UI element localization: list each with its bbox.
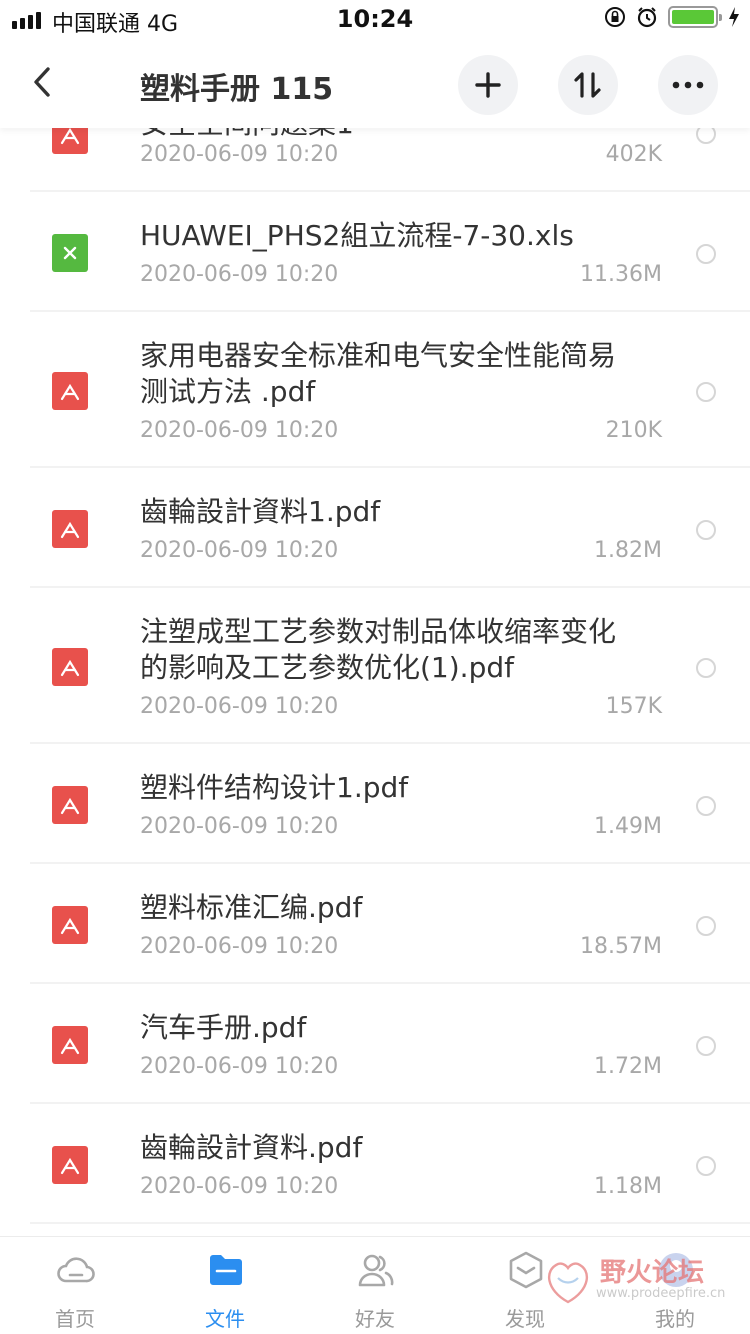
file-size: 1.72M xyxy=(594,1054,662,1079)
file-size: 1.49M xyxy=(594,814,662,839)
pdf-file-icon xyxy=(52,510,88,548)
page-title: 塑料手册 115 xyxy=(140,72,334,107)
file-date: 2020-06-09 10:20 xyxy=(140,142,339,167)
file-date: 2020-06-09 10:20 xyxy=(140,934,339,959)
cloud-icon xyxy=(57,1257,95,1283)
pdf-file-icon xyxy=(52,1146,88,1184)
file-name: 齒輪設計資料.pdf xyxy=(140,1131,363,1164)
add-button[interactable] xyxy=(458,55,518,115)
folder-icon xyxy=(210,1255,242,1285)
status-icons xyxy=(604,6,740,28)
list-item[interactable]: 塑料标准汇编.pdf 2020-06-09 10:20 18.57M xyxy=(0,864,750,984)
pdf-file-icon xyxy=(52,648,88,686)
select-radio[interactable] xyxy=(696,916,716,936)
chevron-left-icon xyxy=(34,67,50,97)
file-date: 2020-06-09 10:20 xyxy=(140,418,339,443)
pdf-file-icon xyxy=(52,1026,88,1064)
file-name: HUAWEI_PHS2組立流程-7-30.xls xyxy=(140,219,574,252)
watermark: 野火论坛 www.prodeepfire.cn xyxy=(538,1250,728,1310)
watermark-url: www.prodeepfire.cn xyxy=(596,1286,726,1301)
more-icon xyxy=(672,81,704,89)
file-size: 1.82M xyxy=(594,538,662,563)
orientation-lock-icon xyxy=(605,7,625,27)
list-item[interactable]: 齒輪設計資料1.pdf 2020-06-09 10:20 1.82M xyxy=(0,468,750,588)
status-bar: 中国联通 4G 10:24 xyxy=(0,0,750,40)
back-button[interactable] xyxy=(20,60,64,104)
list-item[interactable]: HUAWEI_PHS2組立流程-7-30.xls 2020-06-09 10:2… xyxy=(0,192,750,312)
file-name: 塑料件结构设计1.pdf xyxy=(140,771,409,804)
select-radio[interactable] xyxy=(696,1156,716,1176)
pdf-file-icon xyxy=(52,906,88,944)
charging-icon xyxy=(729,7,739,27)
xls-file-icon xyxy=(52,234,88,272)
pdf-file-icon xyxy=(52,372,88,410)
select-radio[interactable] xyxy=(696,658,716,678)
watermark-text: 野火论坛 xyxy=(600,1258,705,1288)
alarm-icon xyxy=(637,7,657,28)
list-item[interactable]: 塑料件结构设计1.pdf 2020-06-09 10:20 1.49M xyxy=(0,744,750,864)
file-size: 1.18M xyxy=(594,1174,662,1199)
tab-label: 好友 xyxy=(355,1307,395,1331)
file-date: 2020-06-09 10:20 xyxy=(140,814,339,839)
file-date: 2020-06-09 10:20 xyxy=(140,538,339,563)
file-size: 11.36M xyxy=(580,262,662,287)
file-size: 157K xyxy=(605,694,662,719)
list-item[interactable]: 汽车手册.pdf 2020-06-09 10:20 1.72M xyxy=(0,984,750,1104)
list-item[interactable]: 注塑成型工艺参数对制品体收缩率变化的影响及工艺参数优化(1).pdf 2020-… xyxy=(0,588,750,744)
more-button[interactable] xyxy=(658,55,718,115)
file-name: 塑料标准汇编.pdf xyxy=(140,891,363,924)
tab-home[interactable]: 首页 xyxy=(0,1237,150,1334)
select-radio[interactable] xyxy=(696,382,716,402)
divider xyxy=(30,1222,750,1224)
file-size: 18.57M xyxy=(580,934,662,959)
select-radio[interactable] xyxy=(696,1036,716,1056)
watermark-logo xyxy=(548,1262,588,1304)
select-radio[interactable] xyxy=(696,520,716,540)
file-size: 210K xyxy=(605,418,662,443)
select-radio[interactable] xyxy=(696,796,716,816)
file-name: 家用电器安全标准和电气安全性能简易测试方法 .pdf xyxy=(140,339,617,408)
file-date: 2020-06-09 10:20 xyxy=(140,262,339,287)
list-item[interactable]: 家用电器安全标准和电气安全性能简易测试方法 .pdf 2020-06-09 10… xyxy=(0,312,750,468)
file-date: 2020-06-09 10:20 xyxy=(140,694,339,719)
file-date: 2020-06-09 10:20 xyxy=(140,1054,339,1079)
tab-label: 首页 xyxy=(55,1307,95,1331)
file-name: 汽车手册.pdf xyxy=(140,1011,307,1044)
file-size: 402K xyxy=(605,142,662,167)
list-item[interactable]: 齒輪設計資料.pdf 2020-06-09 10:20 1.18M xyxy=(0,1104,750,1224)
nav-header: 塑料手册 115 xyxy=(0,40,750,128)
file-date: 2020-06-09 10:20 xyxy=(140,1174,339,1199)
friends-icon xyxy=(358,1254,394,1287)
file-name: 注塑成型工艺参数对制品体收缩率变化的影响及工艺参数优化(1).pdf xyxy=(140,615,617,684)
battery-icon xyxy=(668,6,722,28)
file-name: 齒輪設計資料1.pdf xyxy=(140,495,381,528)
tab-label: 文件 xyxy=(205,1307,245,1331)
sort-button[interactable] xyxy=(558,55,618,115)
select-radio[interactable] xyxy=(696,244,716,264)
tab-friends[interactable]: 好友 xyxy=(300,1237,450,1334)
tab-files[interactable]: 文件 xyxy=(150,1237,300,1334)
pdf-file-icon xyxy=(52,786,88,824)
plus-icon xyxy=(475,72,501,98)
sort-icon xyxy=(574,72,601,98)
